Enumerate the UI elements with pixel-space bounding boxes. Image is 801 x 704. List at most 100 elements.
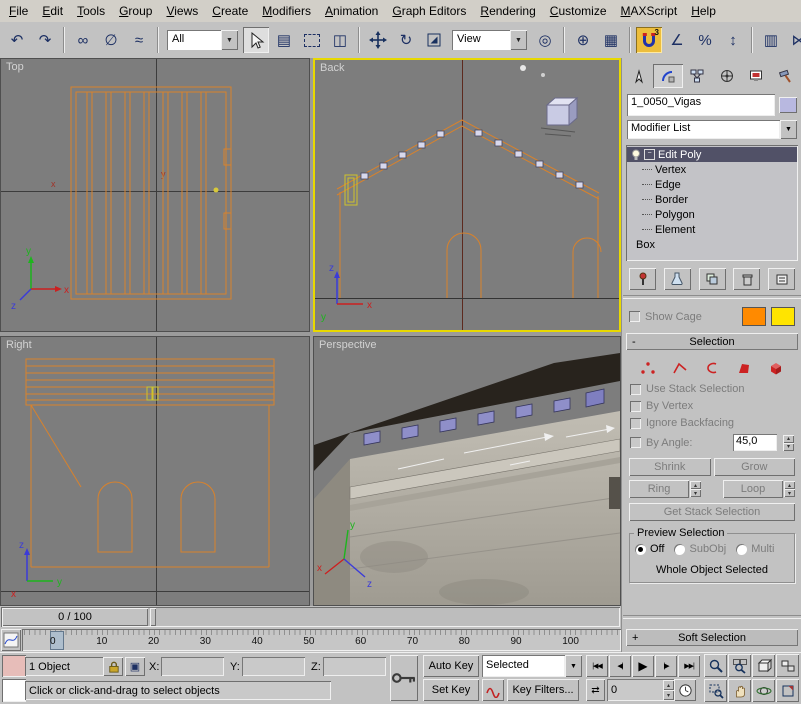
arc-rotate-button[interactable] [752,679,775,702]
zoom-button[interactable] [704,654,727,677]
time-slider-button[interactable]: 0 / 100 [2,608,148,626]
viewport-label[interactable]: Top [6,61,24,73]
select-rotate-icon[interactable]: ↻ [393,27,419,53]
select-object-icon[interactable] [243,27,269,53]
menu-item[interactable]: Create [205,1,255,21]
angle-snap-icon[interactable]: ∠ [664,27,690,53]
get-stack-selection-button[interactable]: Get Stack Selection [629,503,795,521]
viewport-top[interactable]: Top x y [0,58,310,332]
menu-item[interactable]: Group [112,1,159,21]
y-coordinate-field[interactable] [242,657,305,676]
percent-snap-icon[interactable]: % [692,27,718,53]
menu-item[interactable]: Customize [543,1,614,21]
stack-sub-item[interactable]: Border [627,192,797,207]
preview-off-radio[interactable] [635,544,646,555]
rect-selection-region-icon[interactable] [299,27,325,53]
mini-curve-editor-button[interactable] [1,629,21,651]
menu-item[interactable]: Rendering [473,1,542,21]
menu-item[interactable]: Modifiers [255,1,318,21]
chevron-down-icon[interactable]: ▼ [510,30,527,50]
configure-modifier-sets-button[interactable] [768,268,795,290]
z-coordinate-field[interactable] [323,657,386,676]
key-filters-button[interactable]: Key Filters... [507,679,579,701]
use-center-icon[interactable]: ◎ [532,27,558,53]
viewport-perspective[interactable]: Perspective [313,336,621,606]
zoom-extents-button[interactable] [752,654,775,677]
edge-subobject-icon[interactable] [670,360,690,376]
play-button[interactable]: ▶ [632,655,654,677]
tab-modify[interactable] [653,64,682,88]
stack-item-edit-poly[interactable]: Edit Poly [627,147,797,162]
key-mode-toggle[interactable]: ⇄ [586,679,605,701]
time-configuration-button[interactable] [674,679,696,701]
spinner-snap-icon[interactable]: ↕ [720,27,746,53]
loop-button[interactable]: Loop [723,480,783,498]
x-coordinate-field[interactable] [161,657,224,676]
menu-item[interactable]: Graph Editors [385,1,473,21]
time-slider-nub[interactable] [150,608,156,626]
stack-sub-item[interactable]: Element [627,222,797,237]
snap-toggle-icon[interactable]: 3 [636,27,662,53]
selection-lock-toggle[interactable] [103,657,123,676]
maxscript-mini-listener-pink[interactable] [2,655,26,677]
select-link-icon[interactable]: ∞ [70,27,96,53]
menu-item[interactable]: Edit [35,1,70,21]
soft-selection-rollout-header[interactable]: + Soft Selection [626,629,798,646]
maxscript-mini-listener-white[interactable] [2,679,26,702]
viewport-back[interactable]: Back [313,58,621,332]
previous-frame-button[interactable]: ◀| [609,655,631,677]
track-bar-ruler[interactable]: 0102030405060708090100 [22,629,621,651]
menu-item[interactable]: Tools [70,1,112,21]
selection-filter-dropdown[interactable]: All ▼ [167,30,238,50]
by-angle-checkbox[interactable] [630,437,641,448]
tab-hierarchy[interactable] [683,64,712,88]
radio-label[interactable]: Off [650,543,664,555]
stack-sub-item[interactable]: Polygon [627,207,797,222]
by-angle-spinner[interactable] [783,435,794,451]
vertex-subobject-icon[interactable] [638,360,658,376]
use-stack-selection-checkbox[interactable] [630,384,641,395]
by-vertex-checkbox[interactable] [630,401,641,412]
tab-motion[interactable] [712,64,741,88]
object-color-swatch[interactable] [779,97,797,113]
object-name-field[interactable]: 1_0050_Vigas [627,94,775,116]
shrink-button[interactable]: Shrink [629,458,711,476]
ring-spinner[interactable] [690,481,701,497]
mirror-icon[interactable]: ⋈ [786,27,801,53]
element-subobject-icon[interactable] [766,360,786,376]
select-manipulate-icon[interactable]: ⊕ [570,27,596,53]
stack-item-box[interactable]: Box [627,237,797,252]
make-unique-button[interactable] [699,268,726,290]
loop-spinner[interactable] [784,481,795,497]
unlink-icon[interactable]: ∅ [98,27,124,53]
tab-utilities[interactable] [771,64,800,88]
go-to-end-button[interactable]: ▶▶| [678,655,700,677]
show-cage-checkbox[interactable] [629,311,640,322]
ring-button[interactable]: Ring [629,480,689,498]
window-crossing-icon[interactable]: ◫ [327,27,353,53]
modifier-list-dropdown[interactable]: Modifier List ▼ [627,120,797,139]
menu-item[interactable]: File [2,1,35,21]
zoom-region-button[interactable] [704,679,727,702]
viewport-label[interactable]: Right [6,339,32,351]
ignore-backfacing-checkbox[interactable] [630,418,641,429]
cage-selected-color-swatch[interactable] [771,307,795,326]
pan-button[interactable] [728,679,751,702]
selection-rollout-header[interactable]: - Selection [626,333,798,350]
tab-display[interactable] [741,64,770,88]
min-max-toggle-button[interactable] [776,679,799,702]
viewport-right[interactable]: Right [0,336,310,606]
stack-sub-item[interactable]: Vertex [627,162,797,177]
viewport-label[interactable]: Perspective [319,339,376,351]
by-angle-value-field[interactable]: 45,0 [733,434,777,451]
stack-sub-item[interactable]: Edge [627,177,797,192]
show-end-result-button[interactable] [664,268,691,290]
viewport-label[interactable]: Back [320,62,344,74]
grow-button[interactable]: Grow [714,458,796,476]
preview-multi-radio[interactable] [736,544,747,555]
go-to-start-button[interactable]: |◀◀ [586,655,608,677]
radio-label[interactable]: Multi [751,543,774,555]
menu-item[interactable]: Views [159,1,205,21]
collapse-box-icon[interactable] [644,149,655,160]
keyboard-override-icon[interactable]: ▦ [598,27,624,53]
